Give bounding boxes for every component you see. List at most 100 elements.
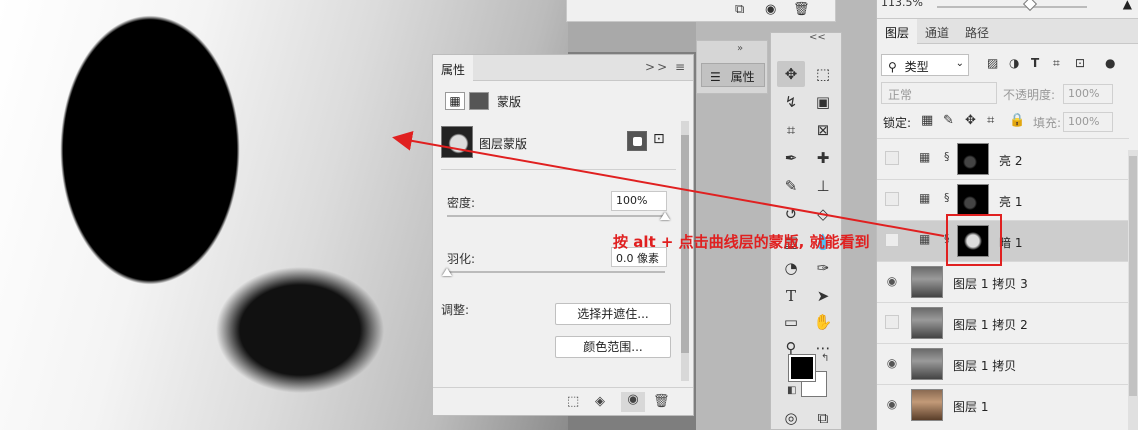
feather-slider-track[interactable] [447, 271, 665, 273]
frame-tool-icon[interactable]: ⊠ [809, 117, 837, 143]
search-icon: ⚲ [888, 60, 897, 74]
quick-select-tool-icon[interactable]: ▣ [809, 89, 837, 115]
layer-name: 图层 1 拷贝 2 [953, 318, 1028, 332]
filter-toggle-icon[interactable]: ● [1105, 56, 1115, 70]
layer-row[interactable]: ◉ 图层 1 拷贝 3 [877, 261, 1129, 302]
pen-tool-icon[interactable]: ✑ [809, 255, 837, 281]
layer-row-selected[interactable]: ▦ § 暗 1 [877, 220, 1129, 261]
layer-row[interactable]: 图层 1 拷贝 2 [877, 302, 1129, 343]
layer-thumbnail[interactable] [911, 348, 943, 380]
visibility-toggle[interactable] [885, 151, 899, 165]
lasso-tool-icon[interactable]: ↯ [777, 89, 805, 115]
density-slider-track[interactable] [447, 215, 665, 217]
lock-all-icon[interactable]: 🔒 [1009, 113, 1025, 128]
feather-slider-thumb[interactable] [442, 268, 452, 276]
brush-tool-icon[interactable]: ✎ [777, 173, 805, 199]
layer-row[interactable]: ▦ § 亮 1 [877, 179, 1129, 220]
opacity-field[interactable]: 100% [1063, 84, 1113, 104]
layer-row[interactable]: ◉ 图层 1 [877, 384, 1129, 425]
crop-tool-icon[interactable]: ⌗ [777, 117, 805, 143]
panel-menu-icon[interactable]: >> ≡ [645, 60, 687, 74]
tab-properties[interactable]: 属性 [433, 55, 473, 81]
smart-object-filter-icon[interactable]: ⊡ [1075, 56, 1085, 70]
color-range-button[interactable]: 颜色范围... [555, 336, 671, 358]
eye-icon[interactable]: ◉ [885, 356, 899, 370]
adjustment-filter-icon[interactable]: ◑ [1009, 56, 1019, 70]
expand-chevron-icon[interactable]: » [737, 43, 743, 54]
select-and-mask-button[interactable]: 选择并遮住... [555, 303, 671, 325]
large-mountain-icon[interactable]: ▲ [1123, 0, 1132, 11]
lock-image-icon[interactable]: ✎ [943, 113, 954, 128]
delete-mask-icon[interactable]: 🗑 [653, 394, 670, 409]
visibility-toggle[interactable] [885, 192, 899, 206]
fill-field[interactable]: 100% [1063, 112, 1113, 132]
zoom-slider[interactable] [937, 6, 1087, 8]
adjustment-icon[interactable]: ▦ [445, 92, 465, 110]
type-filter-icon[interactable]: T [1031, 56, 1039, 70]
stamp-tool-icon[interactable]: ⊥ [809, 173, 837, 199]
eye-icon[interactable]: ◉ [885, 274, 899, 288]
blend-mode-select[interactable]: 正常 [881, 82, 997, 104]
scrollbar-thumb[interactable] [1129, 156, 1137, 396]
lock-transparent-icon[interactable]: ▦ [921, 113, 933, 128]
foreground-color-swatch[interactable] [788, 354, 816, 382]
eye-icon[interactable]: ◉ [885, 397, 899, 411]
apply-mask-icon[interactable]: ◈ [595, 394, 605, 409]
density-field[interactable]: 100% [611, 191, 667, 211]
lock-artboard-icon[interactable]: ⌗ [987, 113, 994, 128]
collapsed-panel-dock: » ☰ 属性 [696, 40, 768, 94]
pixel-filter-icon[interactable]: ▨ [987, 56, 998, 70]
layer-thumbnail[interactable] [911, 389, 943, 421]
shape-filter-icon[interactable]: ⌗ [1053, 56, 1060, 71]
layer-mask-thumbnail[interactable] [441, 126, 473, 158]
mask-thumbnail[interactable] [957, 184, 989, 216]
type-tool-icon[interactable]: T [777, 283, 805, 309]
zoom-value: 113.5% [881, 0, 923, 9]
fill-label: 填充: [1033, 116, 1062, 130]
lock-position-icon[interactable]: ✥ [965, 113, 976, 128]
screen-mode-icon[interactable]: ⧉ [809, 405, 837, 430]
layer-thumbnail[interactable] [911, 266, 943, 298]
select-pixel-mask-button[interactable] [627, 131, 647, 151]
quick-mask-icon[interactable]: ◎ [777, 405, 805, 430]
healing-tool-icon[interactable]: ✚ [809, 145, 837, 171]
mask-title: 蒙版 [497, 95, 522, 109]
collapse-chevron-icon[interactable]: << [809, 32, 826, 43]
visibility-toggle[interactable] [885, 233, 899, 247]
dodge-tool-icon[interactable]: ◔ [777, 255, 805, 281]
mask-thumbnail[interactable] [957, 143, 989, 175]
move-tool-icon[interactable]: ✥ [777, 61, 805, 87]
new-layer-icon[interactable]: ⧉ [735, 2, 744, 17]
camera-icon[interactable]: ◉ [765, 2, 776, 17]
history-brush-tool-icon[interactable]: ↺ [777, 201, 805, 227]
visibility-toggle[interactable] [885, 315, 899, 329]
swap-colors-icon[interactable]: ↰ [821, 353, 829, 364]
tab-channels[interactable]: 通道 [917, 19, 957, 44]
trash-icon[interactable]: 🗑 [793, 2, 810, 17]
path-select-tool-icon[interactable]: ➤ [809, 283, 837, 309]
eyedropper-tool-icon[interactable]: ✒ [777, 145, 805, 171]
layer-filter-select[interactable]: ⚲ 类型 ⌄ [881, 54, 969, 76]
layer-thumbnail[interactable] [911, 307, 943, 339]
properties-dock-button[interactable]: ☰ 属性 [701, 63, 765, 87]
add-vector-mask-icon[interactable]: ⊡ [653, 131, 665, 147]
layer-row[interactable]: ▦ § 亮 2 [877, 138, 1129, 179]
tab-paths[interactable]: 路径 [957, 19, 997, 44]
layers-scrollbar[interactable] [1128, 150, 1138, 430]
layer-row[interactable]: ◉ 图层 1 拷贝 [877, 343, 1129, 384]
load-selection-icon[interactable]: ⬚ [567, 394, 579, 409]
density-slider-thumb[interactable] [660, 212, 670, 220]
layers-panel: 113.5% ▲ 图层 通道 路径 ⚲ 类型 ⌄ ▨ ◑ T ⌗ ⊡ ● 正常 … [876, 0, 1138, 430]
zoom-slider-thumb[interactable] [1022, 0, 1038, 12]
marquee-tool-icon[interactable]: ⬚ [809, 61, 837, 87]
tab-layers[interactable]: 图层 [877, 19, 918, 44]
curves-icon: ▦ [919, 150, 931, 164]
eraser-tool-icon[interactable]: ◇ [809, 201, 837, 227]
hand-tool-icon[interactable]: ✋ [809, 309, 837, 335]
layer-name: 亮 1 [999, 195, 1023, 209]
rectangle-tool-icon[interactable]: ▭ [777, 309, 805, 335]
mask-mode-icon[interactable] [469, 92, 489, 110]
eye-icon[interactable]: ◉ [621, 392, 645, 412]
filter-kind-value: 类型 [904, 60, 929, 74]
default-colors-icon[interactable]: ◧ [787, 385, 796, 396]
